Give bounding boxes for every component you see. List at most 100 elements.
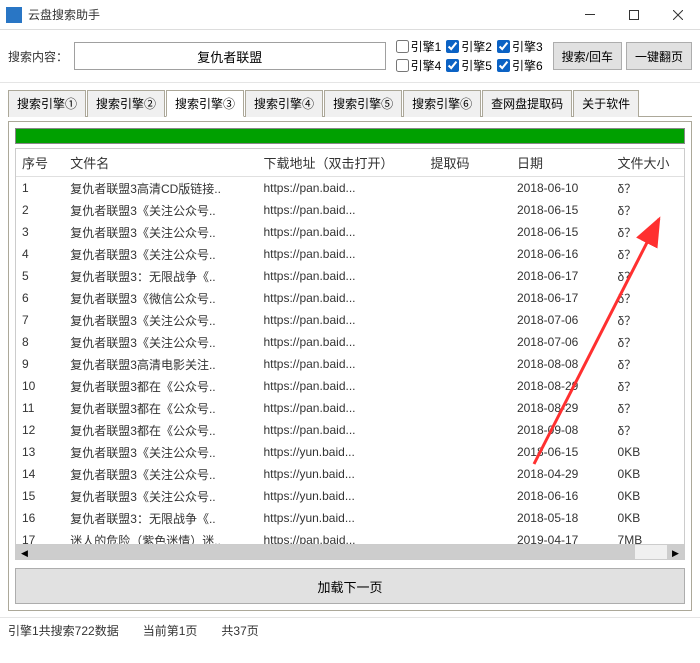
app-icon <box>6 7 22 23</box>
scroll-thumb[interactable] <box>33 545 635 561</box>
tab[interactable]: 关于软件 <box>573 90 639 117</box>
cell-seq: 13 <box>16 441 64 463</box>
col-size[interactable]: 文件大小 <box>612 149 684 177</box>
close-button[interactable] <box>656 0 700 30</box>
cell-size: δ？ <box>612 177 684 200</box>
cell-code <box>424 309 511 331</box>
engine-checkbox[interactable]: 引擎5 <box>446 57 492 74</box>
col-name[interactable]: 文件名 <box>64 149 257 177</box>
cell-code <box>424 265 511 287</box>
load-next-button[interactable]: 加载下一页 <box>15 568 685 604</box>
tab[interactable]: 搜索引擎⑤ <box>324 90 402 117</box>
cell-size: δ？ <box>612 397 684 419</box>
progress-bar <box>15 128 685 144</box>
cell-name: 复仇者联盟3高清CD版链接.. <box>64 177 257 200</box>
cell-code <box>424 397 511 419</box>
maximize-button[interactable] <box>612 0 656 30</box>
tab-strip: 搜索引擎①搜索引擎②搜索引擎③搜索引擎④搜索引擎⑤搜索引擎⑥查网盘提取码关于软件 <box>8 89 692 117</box>
table-row[interactable]: 5复仇者联盟3：无限战争《..https://pan.baid...2018-0… <box>16 265 684 287</box>
tab[interactable]: 搜索引擎⑥ <box>403 90 481 117</box>
cell-url: https://yun.baid... <box>257 463 424 485</box>
cell-seq: 5 <box>16 265 64 287</box>
cell-size: δ？ <box>612 287 684 309</box>
cell-seq: 16 <box>16 507 64 529</box>
table-row[interactable]: 7复仇者联盟3《关注公众号..https://pan.baid...2018-0… <box>16 309 684 331</box>
tab[interactable]: 搜索引擎③ <box>166 90 244 117</box>
cell-size: 0KB <box>612 485 684 507</box>
engine-checkbox[interactable]: 引擎3 <box>497 38 543 55</box>
engine-checkbox[interactable]: 引擎1 <box>396 38 442 55</box>
cell-seq: 7 <box>16 309 64 331</box>
cell-seq: 1 <box>16 177 64 200</box>
tab[interactable]: 搜索引擎① <box>8 90 86 117</box>
search-input[interactable] <box>74 42 386 70</box>
cell-name: 复仇者联盟3高清电影关注.. <box>64 353 257 375</box>
table-row[interactable]: 15复仇者联盟3《关注公众号..https://yun.baid...2018-… <box>16 485 684 507</box>
cell-code <box>424 353 511 375</box>
engine-checkbox-input[interactable] <box>497 40 510 53</box>
engine-checkbox-input[interactable] <box>446 59 459 72</box>
col-seq[interactable]: 序号 <box>16 149 64 177</box>
cell-code <box>424 243 511 265</box>
table-row[interactable]: 1复仇者联盟3高清CD版链接..https://pan.baid...2018-… <box>16 177 684 200</box>
table-row[interactable]: 9复仇者联盟3高清电影关注..https://pan.baid...2018-0… <box>16 353 684 375</box>
col-code[interactable]: 提取码 <box>424 149 511 177</box>
scroll-right-button[interactable]: ▶ <box>667 545 684 561</box>
tab[interactable]: 搜索引擎④ <box>245 90 323 117</box>
cell-date: 2018-06-16 <box>511 485 612 507</box>
table-row[interactable]: 12复仇者联盟3都在《公众号..https://pan.baid...2018-… <box>16 419 684 441</box>
cell-name: 复仇者联盟3《关注公众号.. <box>64 221 257 243</box>
table-row[interactable]: 2复仇者联盟3《关注公众号..https://pan.baid...2018-0… <box>16 199 684 221</box>
table-row[interactable]: 6复仇者联盟3《微信公众号..https://pan.baid...2018-0… <box>16 287 684 309</box>
cell-size: δ？ <box>612 419 684 441</box>
cell-date: 2018-05-18 <box>511 507 612 529</box>
cell-size: δ？ <box>612 265 684 287</box>
cell-date: 2018-04-29 <box>511 463 612 485</box>
cell-url: https://yun.baid... <box>257 507 424 529</box>
minimize-button[interactable] <box>568 0 612 30</box>
table-row[interactable]: 10复仇者联盟3都在《公众号..https://pan.baid...2018-… <box>16 375 684 397</box>
cell-date: 2018-06-10 <box>511 177 612 200</box>
search-button[interactable]: 搜索/回车 <box>553 42 622 70</box>
engine-checkbox-input[interactable] <box>396 40 409 53</box>
engine-checkbox-input[interactable] <box>497 59 510 72</box>
engine-checkbox[interactable]: 引擎6 <box>497 57 543 74</box>
cell-code <box>424 485 511 507</box>
engine-checkbox-input[interactable] <box>396 59 409 72</box>
col-date[interactable]: 日期 <box>511 149 612 177</box>
engine-checkbox[interactable]: 引擎2 <box>446 38 492 55</box>
scroll-track[interactable] <box>33 545 667 561</box>
table-row[interactable]: 11复仇者联盟3都在《公众号..https://pan.baid...2018-… <box>16 397 684 419</box>
cell-name: 复仇者联盟3都在《公众号.. <box>64 419 257 441</box>
cell-url: https://pan.baid... <box>257 353 424 375</box>
table-row[interactable]: 3复仇者联盟3《关注公众号..https://pan.baid...2018-0… <box>16 221 684 243</box>
flip-page-button[interactable]: 一键翻页 <box>626 42 692 70</box>
cell-date: 2018-06-15 <box>511 221 612 243</box>
tab[interactable]: 查网盘提取码 <box>482 90 572 117</box>
engine-checkbox-input[interactable] <box>446 40 459 53</box>
engine-checkbox-label: 引擎2 <box>461 38 492 55</box>
cell-url: https://yun.baid... <box>257 441 424 463</box>
cell-name: 复仇者联盟3《微信公众号.. <box>64 287 257 309</box>
cell-code <box>424 199 511 221</box>
table-row[interactable]: 14复仇者联盟3《关注公众号..https://yun.baid...2018-… <box>16 463 684 485</box>
cell-seq: 15 <box>16 485 64 507</box>
engine-checkbox[interactable]: 引擎4 <box>396 57 442 74</box>
engine-checkbox-label: 引擎6 <box>512 57 543 74</box>
table-row[interactable]: 13复仇者联盟3《关注公众号..https://yun.baid...2018-… <box>16 441 684 463</box>
horizontal-scrollbar[interactable]: ◀ ▶ <box>16 544 684 560</box>
cell-size: δ？ <box>612 309 684 331</box>
table-row[interactable]: 4复仇者联盟3《关注公众号..https://pan.baid...2018-0… <box>16 243 684 265</box>
cell-url: https://pan.baid... <box>257 199 424 221</box>
cell-name: 复仇者联盟3《关注公众号.. <box>64 331 257 353</box>
cell-name: 复仇者联盟3《关注公众号.. <box>64 199 257 221</box>
scroll-left-button[interactable]: ◀ <box>16 545 33 561</box>
table-row[interactable]: 8复仇者联盟3《关注公众号..https://pan.baid...2018-0… <box>16 331 684 353</box>
engines-row-2: 引擎4引擎5 引擎6 <box>396 57 543 74</box>
main-panel: 序号 文件名 下载地址（双击打开） 提取码 日期 文件大小 1复仇者联盟3高清C… <box>8 121 692 611</box>
cell-name: 复仇者联盟3《关注公众号.. <box>64 243 257 265</box>
tab[interactable]: 搜索引擎② <box>87 90 165 117</box>
col-url[interactable]: 下载地址（双击打开） <box>257 149 424 177</box>
table-row[interactable]: 17迷人的危险（紫色迷情）迷..https://pan.baid...2019-… <box>16 529 684 544</box>
table-row[interactable]: 16复仇者联盟3：无限战争《..https://yun.baid...2018-… <box>16 507 684 529</box>
